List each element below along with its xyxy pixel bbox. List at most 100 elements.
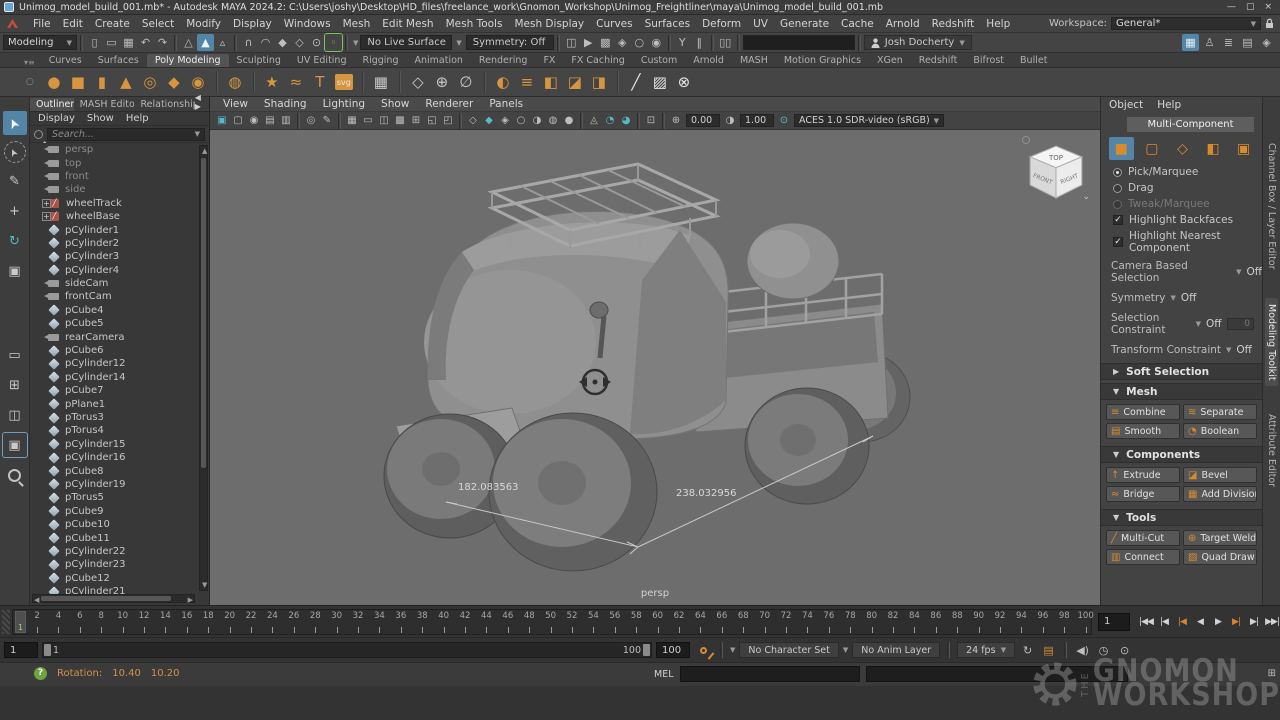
- symmetry-field[interactable]: Symmetry: Off: [466, 35, 554, 50]
- character-controls-icon[interactable]: ♙: [1201, 34, 1218, 51]
- face-mode-icon[interactable]: ◧: [1201, 137, 1226, 160]
- anim-layer-select[interactable]: No Anim Layer: [852, 642, 940, 658]
- poly-cube-icon[interactable]: ■: [66, 70, 90, 94]
- outliner-item-pcube8[interactable]: pCube8: [30, 464, 209, 477]
- shelf-tab-mash[interactable]: MASH: [732, 54, 776, 67]
- step-back-frame-button[interactable]: |◀: [1156, 613, 1172, 631]
- live-surface-field[interactable]: No Live Surface: [360, 35, 452, 50]
- target-weld-icon[interactable]: ⊗: [672, 70, 696, 94]
- poly-cylinder-icon[interactable]: ▮: [90, 70, 114, 94]
- outliner-item-ptorus5[interactable]: pTorus5: [30, 491, 209, 504]
- playback-loop-icon[interactable]: ↻: [1019, 642, 1036, 659]
- outliner-item-side[interactable]: side: [30, 183, 209, 196]
- go-to-end-button[interactable]: ▶▶|: [1264, 613, 1280, 631]
- snap-view-plane-icon[interactable]: ⊙: [308, 34, 325, 51]
- select-tool-icon[interactable]: ➤: [3, 111, 27, 135]
- go-to-start-button[interactable]: |◀◀: [1138, 613, 1154, 631]
- current-frame-field[interactable]: 1: [1098, 613, 1130, 631]
- perspective-viewport[interactable]: ViewShadingLightingShowRendererPanels ▣▢…: [210, 97, 1100, 605]
- connect-button[interactable]: ▥Connect: [1106, 549, 1180, 565]
- menu-edit-mesh[interactable]: Edit Mesh: [376, 18, 439, 30]
- resolution-gate-icon[interactable]: ◫: [376, 113, 392, 128]
- play-forwards-button[interactable]: ▶: [1210, 613, 1226, 631]
- auto-keyframe-icon[interactable]: ▤: [1040, 642, 1057, 659]
- radio-tweak-marquee[interactable]: Tweak/Marquee: [1101, 196, 1262, 212]
- exposure-icon[interactable]: ⊕: [668, 113, 684, 128]
- quick-selection-input[interactable]: [743, 35, 855, 50]
- viewport-menu-lighting[interactable]: Lighting: [316, 98, 372, 110]
- render-settings-icon[interactable]: ▩: [597, 34, 614, 51]
- outliner-tab-outliner[interactable]: Outliner: [30, 98, 74, 111]
- camera-attributes-icon[interactable]: ◉: [246, 113, 262, 128]
- workspace-select[interactable]: General*▼: [1111, 17, 1261, 30]
- render-frame-icon[interactable]: ◫: [563, 34, 580, 51]
- zoom-tool-icon[interactable]: [3, 463, 27, 487]
- menu-help[interactable]: Help: [980, 18, 1016, 30]
- animation-preferences-icon[interactable]: ⊙: [1116, 642, 1133, 659]
- outliner-item-pcube7[interactable]: pCube7: [30, 384, 209, 397]
- section-header-tools[interactable]: ▼Tools: [1101, 509, 1262, 526]
- center-pivot-icon[interactable]: ⊕: [430, 70, 454, 94]
- outliner-item-pcube9[interactable]: pCube9: [30, 505, 209, 518]
- outliner-item-pcube6[interactable]: pCube6: [30, 344, 209, 357]
- outliner-item-persp[interactable]: persp: [30, 143, 209, 156]
- multi-component-mode-icon[interactable]: ▣: [1231, 137, 1256, 160]
- radio-pick-marquee[interactable]: Pick/Marquee: [1101, 164, 1262, 180]
- light-editor-icon[interactable]: ○: [631, 34, 648, 51]
- gamma-field[interactable]: 1.00: [740, 114, 774, 127]
- view-cube[interactable]: TOP FRONT RIGHT ⌄: [1022, 134, 1088, 202]
- mel-input[interactable]: [680, 666, 860, 682]
- sidebar-dock-icon[interactable]: ▦: [1182, 34, 1199, 51]
- mel-label[interactable]: MEL: [654, 669, 674, 680]
- construction-history-icon[interactable]: Y: [674, 34, 691, 51]
- menu-create[interactable]: Create: [89, 18, 136, 30]
- open-scene-icon[interactable]: ▭: [103, 34, 120, 51]
- play-backwards-button[interactable]: ◀: [1192, 613, 1208, 631]
- color-management-icon[interactable]: ⊙: [776, 113, 792, 128]
- extrude-button[interactable]: ↑Extrude: [1106, 467, 1180, 483]
- viewcube-home-icon[interactable]: [1022, 136, 1030, 144]
- outliner-item-pcylinder12[interactable]: pCylinder12: [30, 357, 209, 370]
- grease-pencil-icon[interactable]: ✎: [319, 113, 335, 128]
- menu-arnold[interactable]: Arnold: [880, 18, 926, 30]
- bookmarks-icon[interactable]: ▤: [262, 113, 278, 128]
- outliner-vertical-scrollbar[interactable]: ▲ ▼: [199, 145, 208, 591]
- modeling-toolkit-icon[interactable]: ◈: [1258, 34, 1275, 51]
- fps-select[interactable]: 24 fps▼: [957, 642, 1015, 658]
- menu-modify[interactable]: Modify: [180, 18, 227, 30]
- viewport-menu-shading[interactable]: Shading: [257, 98, 314, 110]
- outliner-item-pcube10[interactable]: pCube10: [30, 518, 209, 531]
- snap-projected-center-icon[interactable]: ◇: [291, 34, 308, 51]
- outliner-item-pcylinder4[interactable]: pCylinder4: [30, 264, 209, 277]
- shelf-tab-sculpting[interactable]: Sculpting: [229, 54, 289, 67]
- menu-mesh[interactable]: Mesh: [337, 18, 377, 30]
- rotate-tool-icon[interactable]: ↻: [3, 229, 27, 253]
- select-hierarchy-icon[interactable]: △: [180, 34, 197, 51]
- live-surface-dropdown-arrow[interactable]: ▼: [353, 39, 358, 47]
- make-live-icon[interactable]: ◦: [325, 34, 342, 51]
- attribute-editor-icon[interactable]: ▤: [1239, 34, 1256, 51]
- menu-curves[interactable]: Curves: [590, 18, 638, 30]
- checkbox-highlight-nearest-component[interactable]: ✓Highlight Nearest Component: [1101, 228, 1262, 256]
- bevel-icon[interactable]: ◨: [587, 70, 611, 94]
- shelf-tab-animation[interactable]: Animation: [406, 54, 470, 67]
- 2d-pan-zoom-icon[interactable]: ◎: [303, 113, 319, 128]
- shelf-tab-motion-graphics[interactable]: Motion Graphics: [776, 54, 869, 67]
- shelf-tab-bullet[interactable]: Bullet: [1012, 54, 1055, 67]
- shelf-tab-rendering[interactable]: Rendering: [471, 54, 536, 67]
- outliner-item-rearcamera[interactable]: rearCamera: [30, 330, 209, 343]
- svg-tool-icon[interactable]: svg: [335, 74, 353, 90]
- shelf-tab-uv-editing[interactable]: UV Editing: [289, 54, 355, 67]
- layout-persp-graph-icon[interactable]: ▣: [3, 433, 27, 457]
- object-mode-icon[interactable]: ■: [1109, 137, 1134, 160]
- range-slider[interactable]: 1 100: [42, 642, 652, 658]
- layout-four-pane-icon[interactable]: ⊞: [3, 373, 27, 397]
- shelf-tab-poly-modeling[interactable]: Poly Modeling: [147, 54, 229, 67]
- side-tab-channel-box-layer-editor[interactable]: Channel Box / Layer Editor: [1265, 137, 1278, 276]
- outliner-item-wheelbase[interactable]: +╱wheelBase: [30, 210, 209, 223]
- anim-layer-arrow[interactable]: ▼: [843, 646, 848, 654]
- wireframe-on-shaded-icon[interactable]: ◕: [618, 113, 634, 128]
- menu-edit[interactable]: Edit: [57, 18, 89, 30]
- multi-cut-icon[interactable]: ╱: [624, 70, 648, 94]
- outliner-item-pcylinder3[interactable]: pCylinder3: [30, 250, 209, 263]
